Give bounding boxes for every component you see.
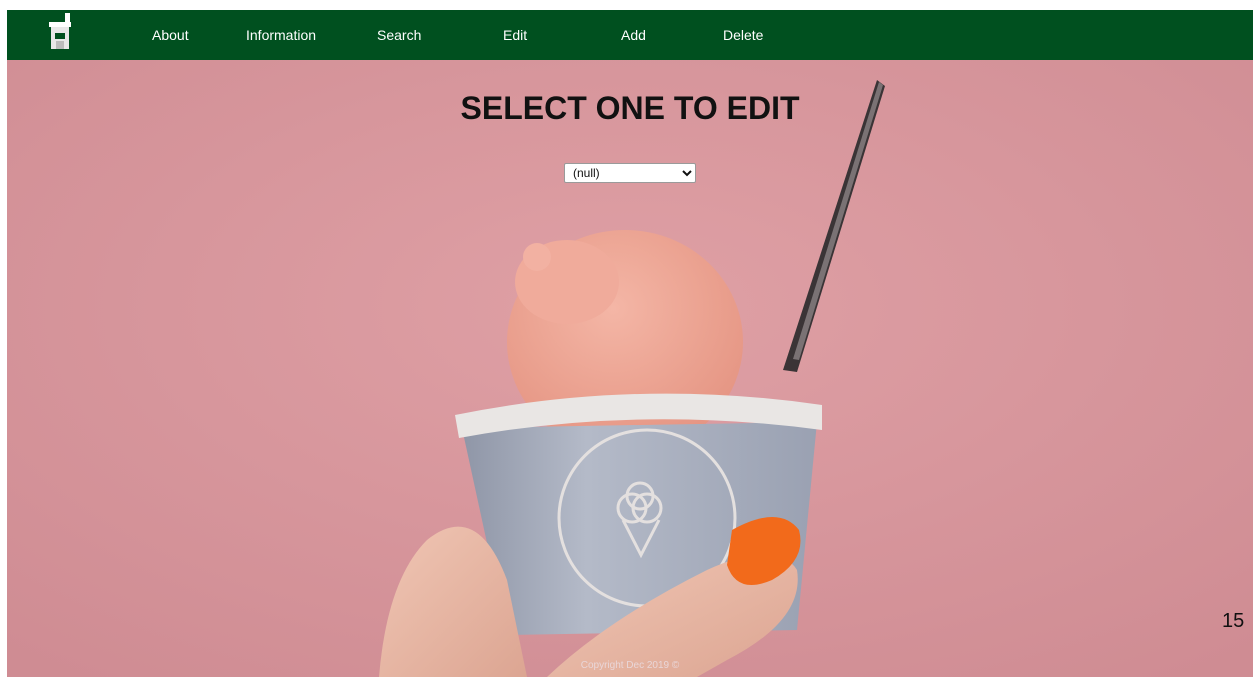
- app-window: About Information Search Edit Add Delete: [7, 10, 1253, 677]
- ice-cream-cup-photo: [7, 60, 1253, 677]
- nav-about[interactable]: About: [152, 27, 189, 43]
- copyright-text: Copyright Dec 2019 ©: [580, 660, 680, 671]
- page-number: 15: [1222, 610, 1245, 632]
- nav-search[interactable]: Search: [377, 27, 421, 43]
- record-select[interactable]: (null): [564, 163, 696, 183]
- ice-cream-shop-icon[interactable]: [47, 13, 73, 53]
- nav-delete[interactable]: Delete: [723, 27, 763, 43]
- page-title: SELECT ONE TO EDIT: [460, 90, 800, 126]
- nav-edit[interactable]: Edit: [503, 27, 527, 43]
- record-select-container: (null): [564, 163, 696, 183]
- nav-add[interactable]: Add: [621, 27, 646, 43]
- nav-information[interactable]: Information: [246, 27, 316, 43]
- top-navbar: About Information Search Edit Add Delete: [7, 10, 1253, 60]
- hero-section: SELECT ONE TO EDIT (null) Copyright Dec …: [7, 60, 1253, 677]
